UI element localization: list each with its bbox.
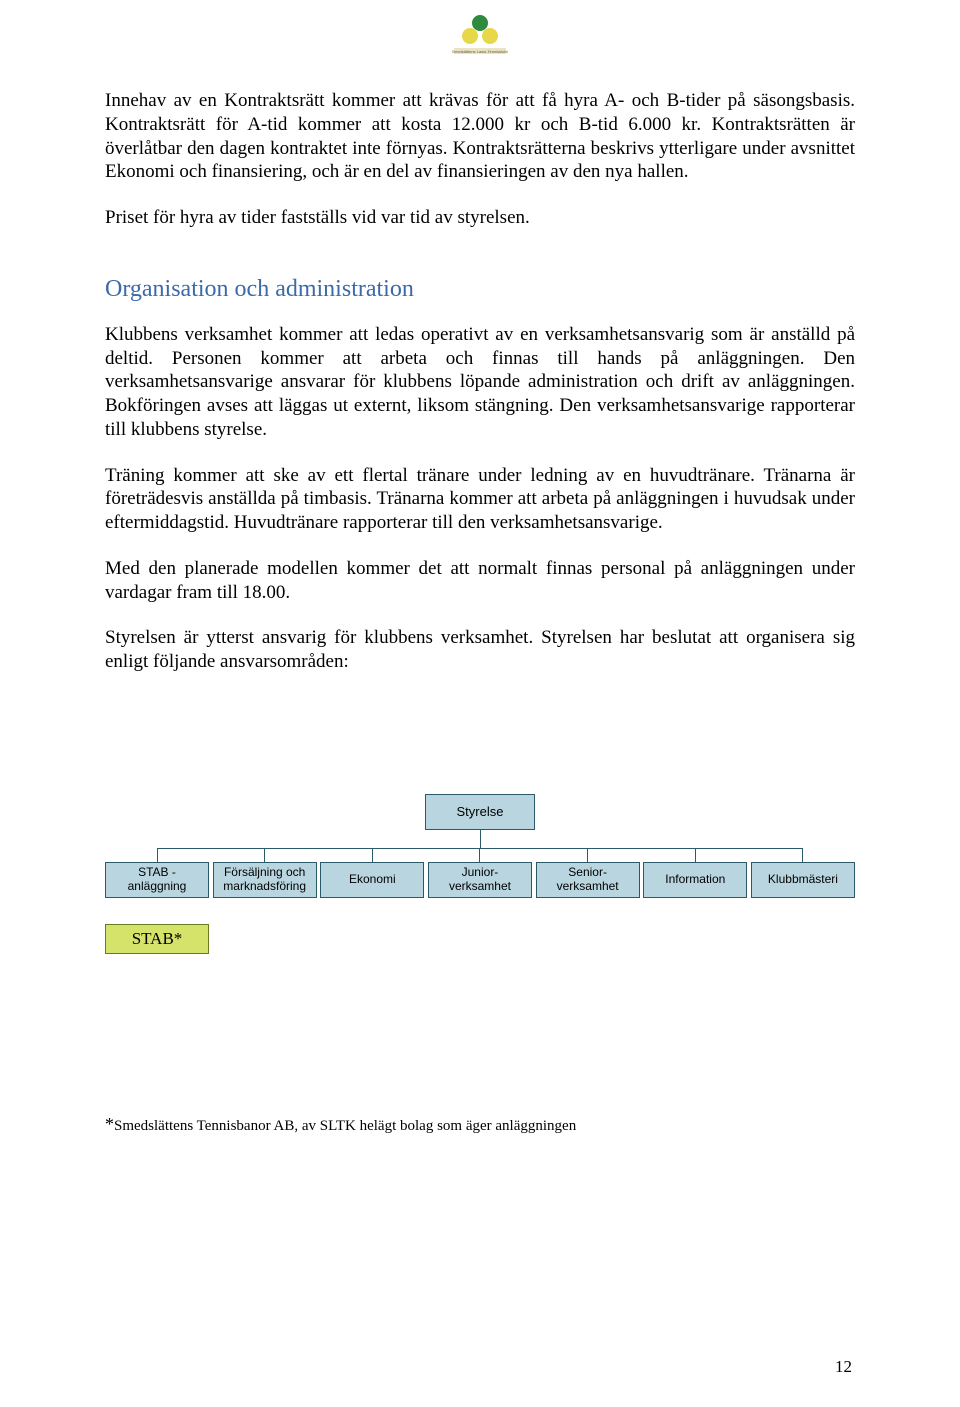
- org-connector: [264, 848, 265, 862]
- org-node-senior: Senior-verksamhet: [536, 862, 640, 898]
- org-node-information: Information: [643, 862, 747, 898]
- org-node-stab-anlaggning: STAB - anläggning: [105, 862, 209, 898]
- paragraph-6: Styrelsen är ytterst ansvarig för klubbe…: [105, 626, 855, 674]
- paragraph-5: Med den planerade modellen kommer det at…: [105, 557, 855, 605]
- org-node-forsaljning: Försäljning och marknadsföring: [213, 862, 317, 898]
- club-logo-icon: Smedslättens Lawn-Tennisklubb: [452, 12, 508, 56]
- footnote: *Smedslättens Tennisbanor AB, av SLTK he…: [105, 1114, 855, 1135]
- paragraph-3: Klubbens verksamhet kommer att ledas ope…: [105, 323, 855, 442]
- org-child: Klubbmästeri: [751, 848, 855, 898]
- header-logo-area: Smedslättens Lawn-Tennisklubb: [105, 0, 855, 89]
- org-node-junior: Junior-verksamhet: [428, 862, 532, 898]
- org-child: Ekonomi: [320, 848, 424, 898]
- section-heading-organisation: Organisation och administration: [105, 276, 855, 303]
- footnote-asterisk: *: [105, 1114, 114, 1134]
- org-connector: [479, 848, 480, 862]
- org-node-stab-extra: STAB*: [105, 924, 209, 954]
- footnote-text: Smedslättens Tennisbanor AB, av SLTK hel…: [114, 1118, 576, 1134]
- org-node-klubbmasteri: Klubbmästeri: [751, 862, 855, 898]
- logo-caption: Smedslättens Lawn-Tennisklubb: [452, 49, 508, 54]
- org-node-styrelse: Styrelse: [425, 794, 535, 830]
- org-child: Junior-verksamhet: [428, 848, 532, 898]
- org-connector: [695, 848, 696, 862]
- document-page: Smedslättens Lawn-Tennisklubb Innehav av…: [0, 0, 960, 1407]
- org-connector: [372, 848, 373, 862]
- org-connector: [480, 830, 481, 848]
- org-child: STAB - anläggning: [105, 848, 209, 898]
- org-connector: [587, 848, 588, 862]
- org-connector: [157, 848, 158, 862]
- paragraph-2: Priset för hyra av tider fastställs vid …: [105, 206, 855, 230]
- page-number: 12: [835, 1357, 852, 1377]
- org-node-ekonomi: Ekonomi: [320, 862, 424, 898]
- paragraph-1: Innehav av en Kontraktsrätt kommer att k…: [105, 89, 855, 184]
- org-chart: Styrelse STAB - anläggning Försäljning o…: [105, 794, 855, 944]
- org-child: Försäljning och marknadsföring: [213, 848, 317, 898]
- org-child: Information: [643, 848, 747, 898]
- org-connector: [802, 848, 803, 862]
- paragraph-4: Träning kommer att ske av ett flertal tr…: [105, 464, 855, 535]
- org-child: Senior-verksamhet: [536, 848, 640, 898]
- org-children-row: STAB - anläggning Försäljning och markna…: [105, 848, 855, 898]
